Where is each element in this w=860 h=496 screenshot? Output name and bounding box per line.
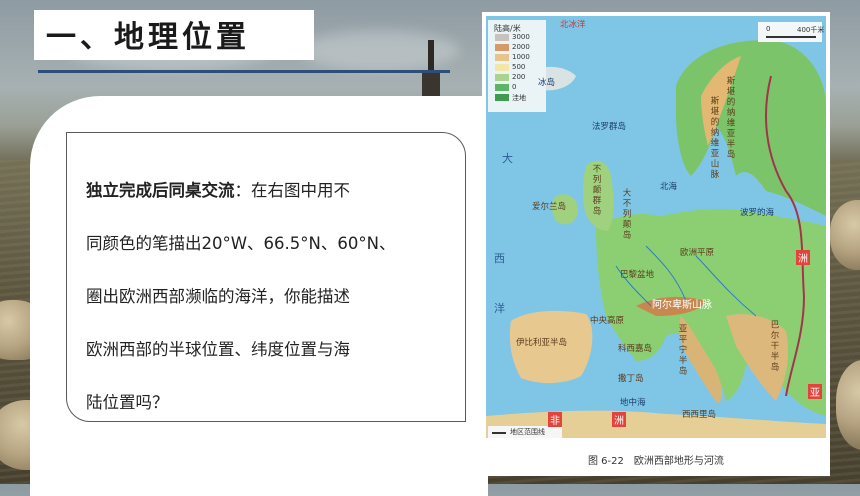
map-label-europe: 洲 — [796, 250, 810, 265]
map-label-corsica: 科西嘉岛 — [618, 344, 653, 354]
map-label-scandinavia: 斯堪的纳维亚半岛 — [725, 76, 735, 160]
map-label-north-sea: 北海 — [660, 182, 678, 192]
page-title: 一、地理位置 — [46, 20, 250, 55]
scale-zero: 0 — [766, 25, 771, 33]
prompt-line-4: 欧洲西部的半球位置、纬度位置与海 — [86, 340, 350, 359]
boundary-legend-label: 地区范围线 — [510, 428, 545, 436]
map-label-faroe: 法罗群岛 — [592, 122, 627, 132]
map-label-baltic: 波罗的海 — [740, 208, 775, 218]
legend-label: 500 — [512, 63, 526, 71]
legend-label: 洼地 — [512, 94, 526, 102]
map-label-sicily: 西西里岛 — [682, 410, 717, 420]
map-label-iceland: 冰岛 — [538, 78, 556, 88]
map-label-arctic-ocean: 北冰洋 — [560, 20, 586, 30]
map-label-atlantic-1: 大 — [502, 152, 513, 165]
scale-bar — [766, 36, 816, 38]
legend-swatch — [495, 44, 509, 51]
map-label-paris-basin: 巴黎盆地 — [620, 270, 655, 280]
map-label-scandi-mts: 斯堪的纳维亚山脉 — [709, 96, 719, 180]
legend-swatch — [495, 84, 509, 91]
legend-swatch — [495, 94, 509, 101]
scale-value: 400千米 — [797, 26, 825, 34]
prompt-lead: 独立完成后同桌交流 — [86, 181, 235, 200]
map-label-atlantic-3: 洋 — [494, 302, 505, 315]
map-label-asia: 亚 — [808, 384, 822, 399]
map-label-iberia: 伊比利亚半岛 — [516, 338, 568, 348]
prompt-line-1-text: ：在右图中用不 — [234, 181, 351, 200]
map-caption: 图 6-22 欧洲西部地形与河流 — [588, 456, 724, 467]
map-label-britain-isles: 不列颠群岛 — [591, 164, 601, 217]
map-label-med: 地中海 — [620, 398, 646, 408]
legend-label: 0 — [512, 83, 517, 91]
legend-swatch — [495, 74, 509, 81]
scandinavia-landmass — [676, 40, 826, 216]
map-label-africa-1: 非 — [548, 412, 562, 427]
prompt-line-2: 同颜色的笔描出20°W、66.5°N、60°N、 — [86, 234, 396, 253]
legend-label: 1000 — [512, 53, 530, 61]
prompt-line-5: 陆位置吗？ — [86, 393, 169, 412]
cloud — [300, 30, 460, 70]
legend-label: 2000 — [512, 43, 530, 51]
legend-label: 200 — [512, 73, 526, 81]
map-label-ireland: 爱尔兰岛 — [532, 202, 567, 212]
legend-swatch — [495, 54, 509, 61]
map-label-alps: 阿尔卑斯山脉 — [652, 300, 712, 311]
map-label-great-plain: 欧洲平原 — [680, 248, 715, 258]
map-label-africa-2: 洲 — [612, 412, 626, 427]
map-label-britain: 大不列颠岛 — [621, 188, 631, 241]
map-label-balkan: 巴尔干半岛 — [769, 320, 779, 373]
map-label-central-plateau: 中央高原 — [590, 316, 625, 326]
map-label-sardinia: 撒丁岛 — [618, 374, 644, 384]
legend-swatch — [495, 64, 509, 71]
boundary-line-icon — [492, 432, 506, 434]
legend-label: 3000 — [512, 33, 530, 41]
title-underline — [38, 70, 450, 73]
map-label-apennine: 亚平宁半岛 — [677, 324, 687, 377]
map-label-atlantic-2: 西 — [494, 252, 505, 265]
prompt-line-1: 独立完成后同桌交流：在右图中用不 — [86, 177, 350, 201]
prompt-line-3: 圈出欧洲西部濒临的海洋，你能描述 — [86, 287, 350, 306]
prompt-box — [66, 132, 466, 422]
legend-swatch — [495, 34, 509, 41]
